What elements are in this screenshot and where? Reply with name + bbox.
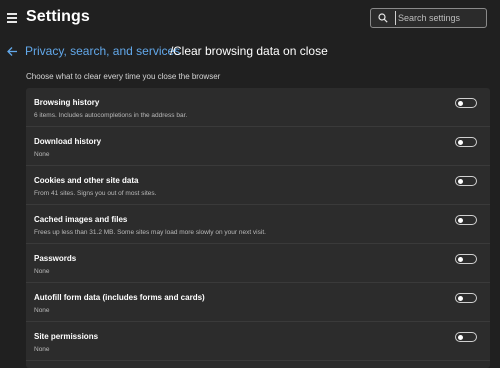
setting-description: Frees up less than 31.2 MB. Some sites m… — [34, 229, 266, 236]
breadcrumb-current: Clear browsing data on close — [173, 44, 328, 58]
toggle-knob — [458, 256, 463, 262]
breadcrumb-parent-link[interactable]: Privacy, search, and services — [25, 44, 180, 58]
toggle-knob — [458, 217, 463, 223]
search-box[interactable] — [370, 8, 487, 28]
toggle-knob — [458, 178, 463, 184]
download-history-toggle[interactable] — [455, 137, 477, 147]
setting-row-download-history: Download history None — [26, 127, 490, 166]
toggle-knob — [458, 139, 463, 145]
setting-row-cookies: Cookies and other site data From 41 site… — [26, 166, 490, 205]
setting-row-cached-images: Cached images and files Frees up less th… — [26, 205, 490, 244]
setting-description: None — [34, 151, 50, 158]
browsing-history-toggle[interactable] — [455, 98, 477, 108]
setting-label: Cookies and other site data — [34, 176, 139, 185]
autofill-toggle[interactable] — [455, 293, 477, 303]
site-permissions-toggle[interactable] — [455, 332, 477, 342]
toggle-knob — [458, 295, 463, 301]
search-icon — [378, 13, 388, 23]
setting-label: Passwords — [34, 254, 77, 263]
cookies-toggle[interactable] — [455, 176, 477, 186]
back-arrow-icon[interactable] — [7, 46, 18, 57]
setting-description: None — [34, 346, 50, 353]
setting-row-site-permissions: Site permissions None — [26, 322, 490, 361]
cached-images-toggle[interactable] — [455, 215, 477, 225]
page-title: Settings — [26, 8, 90, 25]
search-input[interactable] — [395, 11, 486, 25]
setting-row-passwords: Passwords None — [26, 244, 490, 283]
top-bar: Settings — [0, 0, 500, 36]
settings-panel: Browsing history 6 items. Includes autoc… — [26, 88, 490, 368]
section-description: Choose what to clear every time you clos… — [26, 72, 221, 81]
setting-label: Site permissions — [34, 332, 99, 341]
hamburger-menu-icon[interactable] — [7, 13, 17, 23]
setting-description: None — [34, 268, 50, 275]
setting-description: None — [34, 307, 50, 314]
passwords-toggle[interactable] — [455, 254, 477, 264]
toggle-knob — [458, 100, 463, 106]
setting-row-browsing-history: Browsing history 6 items. Includes autoc… — [26, 88, 490, 127]
setting-row-autofill: Autofill form data (includes forms and c… — [26, 283, 490, 322]
toggle-knob — [458, 334, 463, 340]
setting-label: Download history — [34, 137, 102, 146]
setting-description: 6 items. Includes autocompletions in the… — [34, 112, 188, 119]
setting-label: Browsing history — [34, 98, 100, 107]
setting-description: From 41 sites. Signs you out of most sit… — [34, 190, 157, 197]
setting-label: Cached images and files — [34, 215, 128, 224]
setting-label: Autofill form data (includes forms and c… — [34, 293, 205, 302]
